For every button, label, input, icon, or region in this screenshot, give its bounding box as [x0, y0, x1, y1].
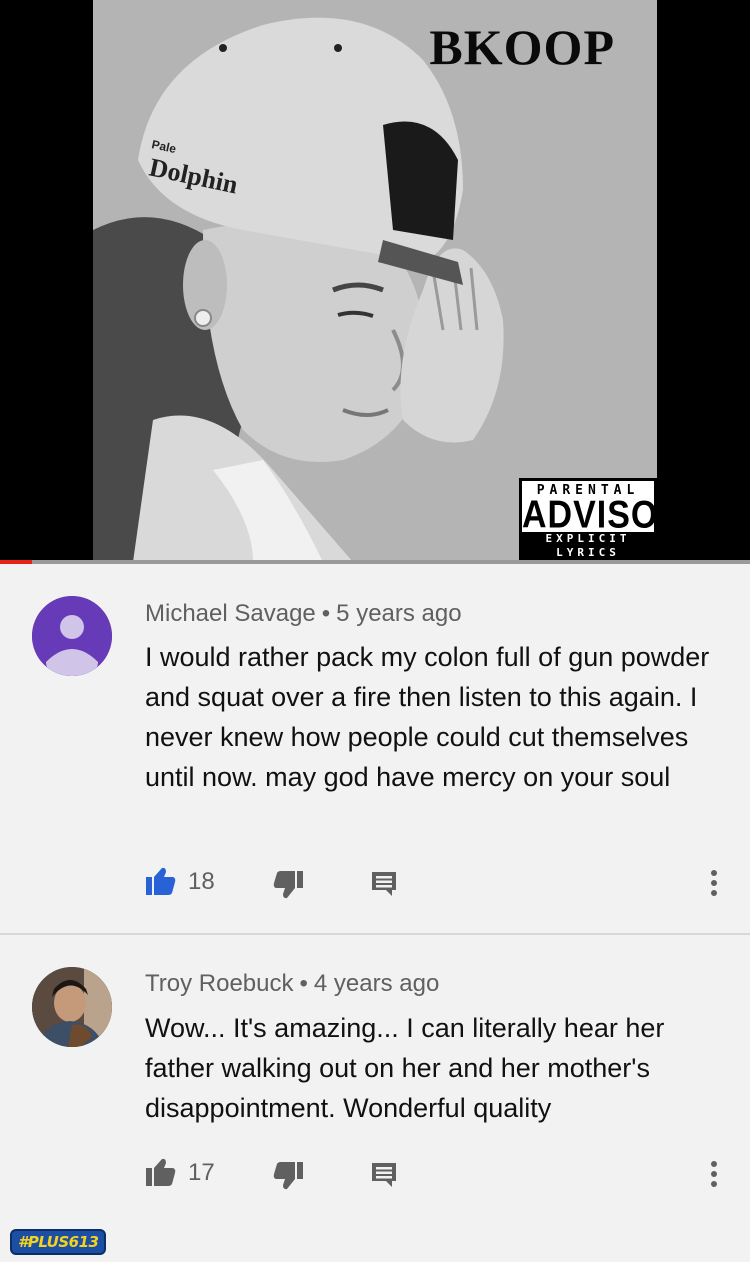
profile-photo [32, 967, 112, 1047]
avatar[interactable] [32, 596, 112, 676]
thumbs-down-icon[interactable] [272, 1161, 304, 1191]
comment-time[interactable]: 4 years ago [314, 970, 439, 997]
comment-author[interactable]: Troy Roebuck [145, 970, 294, 997]
reply-icon[interactable] [370, 1161, 398, 1189]
comment-text: I would rather pack my colon full of gun… [145, 642, 710, 792]
default-person-icon [32, 596, 112, 676]
comment-item: Michael Savage • 5 years ago I would rathe… [0, 564, 750, 934]
comment-item: Troy Roebuck • 4 years ago Wow... It's ama… [0, 936, 750, 1262]
watermark-logo: #PLUS613 [10, 1229, 107, 1255]
comment-text: Wow... It's amazing... I can literally h… [145, 1013, 665, 1123]
comment-author[interactable]: Michael Savage [145, 600, 316, 627]
comment-actions: 17 [0, 1155, 750, 1195]
comment-meta: Michael Savage • 5 years ago [145, 600, 462, 628]
more-options-icon[interactable] [706, 868, 722, 898]
meta-separator: • [299, 970, 308, 997]
more-options-icon[interactable] [706, 1159, 722, 1189]
thumbs-down-icon[interactable] [272, 870, 304, 900]
reply-icon[interactable] [370, 870, 398, 898]
video-player[interactable]: Dolphin Pale BKOOP PARENTAL ADVISORY EXP… [0, 0, 750, 564]
comment-time[interactable]: 5 years ago [336, 600, 461, 627]
avatar[interactable] [32, 967, 112, 1047]
like-count: 18 [188, 868, 215, 895]
thumbs-up-icon[interactable] [145, 866, 177, 896]
like-count: 17 [188, 1159, 215, 1186]
parental-advisory-label: PARENTAL ADVISORY EXPLICIT LYRICS [519, 478, 657, 562]
comment-actions: 18 [0, 864, 750, 904]
comment-meta: Troy Roebuck • 4 years ago [145, 970, 439, 998]
album-title: BKOOP [429, 19, 615, 75]
thumbs-up-icon[interactable] [145, 1157, 177, 1187]
album-cover: Dolphin Pale BKOOP PARENTAL ADVISORY EXP… [93, 0, 657, 562]
comment-divider [0, 933, 750, 935]
advisory-middle-text: ADVISORY [522, 493, 657, 537]
meta-separator: • [321, 600, 331, 627]
